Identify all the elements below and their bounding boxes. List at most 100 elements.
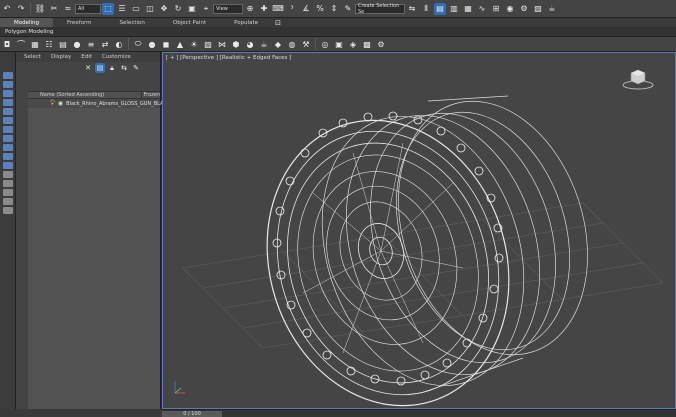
column-name-header[interactable]: Name (Sorted Ascending) [28, 92, 142, 98]
rotate-icon[interactable]: ↻ [172, 3, 184, 15]
render-production-icon[interactable]: ☕ [546, 3, 558, 15]
display-xrefs-icon[interactable] [3, 153, 13, 160]
teapot-icon[interactable]: ☕ [258, 38, 270, 50]
lock-selection-icon[interactable]: 🔒︎ [107, 63, 117, 73]
redo-icon[interactable]: ↷ [15, 3, 27, 15]
placement-icon[interactable]: ⌖ [200, 3, 212, 15]
world-icon[interactable]: ◎ [319, 38, 331, 50]
time-slider-thumb[interactable]: 0 / 100 [162, 411, 222, 417]
tab-object-paint[interactable]: Object Paint [159, 18, 220, 27]
select-manipulate-icon[interactable]: ✚ [258, 3, 270, 15]
time-slider[interactable]: 0 / 100 [162, 409, 676, 417]
tab-populate[interactable]: Populate [220, 18, 272, 27]
display-icon[interactable]: ▩ [361, 38, 373, 50]
pin-icon[interactable]: ✎ [131, 63, 141, 73]
cone-icon[interactable]: ▲ [174, 38, 186, 50]
display-helpers-icon[interactable] [3, 126, 13, 133]
display-spacewarps-icon[interactable] [3, 135, 13, 142]
light-bulb-icon[interactable]: 💡︎ [50, 99, 55, 108]
settings-icon[interactable]: ⚙ [375, 38, 387, 50]
palette-icon[interactable]: ◍ [286, 38, 298, 50]
display-cameras-icon[interactable] [3, 117, 13, 124]
scale-icon[interactable]: ▣ [186, 3, 198, 15]
link-icon[interactable]: ⛓ [34, 3, 46, 15]
display-containers-icon[interactable] [3, 171, 13, 178]
window-crossing-icon[interactable]: ◫ [144, 3, 156, 15]
brush-icon[interactable]: ◆ [272, 38, 284, 50]
globe-icon[interactable]: ◕ [244, 38, 256, 50]
scene-explorer-icon[interactable]: ▤ [434, 2, 446, 15]
display-hidden-icon[interactable] [3, 189, 13, 196]
spinner-snap-icon[interactable]: ⇕ [328, 3, 340, 15]
display-none-icon[interactable] [3, 72, 13, 79]
frame-icon[interactable]: ▣ [333, 38, 345, 50]
box-icon[interactable]: ◼ [160, 38, 172, 50]
named-selection-sets-dropdown[interactable]: Create Selection Se [355, 3, 405, 15]
unlink-icon[interactable]: ✂ [48, 3, 60, 15]
undo-icon[interactable]: ↶ [1, 3, 13, 15]
list-icon[interactable]: ☷ [43, 38, 55, 50]
render-setup-icon[interactable]: ⚙ [518, 3, 530, 15]
snaps-toggle-icon[interactable]: ³ [286, 3, 298, 15]
shape-icon[interactable]: ◐ [113, 38, 125, 50]
select-by-name-icon[interactable]: ☰ [116, 3, 128, 15]
tab-modeling[interactable]: Modeling [0, 18, 54, 27]
display-bones-icon[interactable] [3, 162, 13, 169]
ribbon-panel-label[interactable]: Polygon Modeling [0, 29, 53, 35]
menu-edit[interactable]: Edit [81, 54, 92, 60]
pill-icon[interactable]: ⬭ [132, 38, 144, 50]
display-groups-icon[interactable] [3, 144, 13, 151]
filter-icon[interactable] [3, 198, 13, 205]
display-frozen-icon[interactable] [3, 180, 13, 187]
sphere-icon[interactable]: ● [146, 38, 158, 50]
layer-icon[interactable] [3, 207, 13, 214]
align-icon[interactable]: ⫴ [420, 3, 432, 15]
list-item[interactable]: 💡︎ ◉ Black_Rhino_Abrams_GLOSS_GUN_BLACK [28, 99, 170, 108]
camera-icon[interactable]: ◘ [1, 38, 13, 50]
sun-icon[interactable]: ☀ [188, 38, 200, 50]
select-object-icon[interactable]: ⬚ [102, 2, 114, 15]
menu-select[interactable]: Select [24, 54, 41, 60]
table-icon[interactable]: ▤ [57, 38, 69, 50]
move-icon[interactable]: ✥ [158, 3, 170, 15]
reference-coordinate-dropdown[interactable]: View [213, 3, 243, 14]
schematic-view-icon[interactable]: ⊞ [490, 3, 502, 15]
sync-selection-icon[interactable]: ⇆ [119, 63, 129, 73]
perspective-viewport[interactable]: [ + ] [Perspective ] [Realistic + Edged … [162, 52, 676, 409]
percent-snap-icon[interactable]: % [314, 3, 326, 15]
selection-filter-dropdown[interactable]: All [75, 3, 101, 14]
material-editor-icon[interactable]: ◉ [504, 3, 516, 15]
hammer-icon[interactable]: ⚒ [300, 38, 312, 50]
lock-icon[interactable]: ≡ [85, 38, 97, 50]
menu-display[interactable]: Display [51, 54, 71, 60]
display-geometry-icon[interactable] [3, 90, 13, 97]
display-shapes-icon[interactable] [3, 99, 13, 106]
display-lights-icon[interactable] [3, 108, 13, 115]
column-frozen-header[interactable]: Frozen [142, 92, 160, 98]
rendered-frame-window-icon[interactable]: ▧ [532, 3, 544, 15]
tool-icon[interactable]: ⌒ [15, 38, 27, 50]
display-all-icon[interactable] [3, 81, 13, 88]
ribbon-toggle-icon[interactable]: ▦ [462, 3, 474, 15]
geometry-icon[interactable]: ⬢ [230, 38, 242, 50]
light-icon[interactable]: ● [71, 38, 83, 50]
layer-explorer-icon[interactable]: ▥ [448, 3, 460, 15]
filter-active-icon[interactable]: ▤ [95, 63, 105, 73]
grid-icon[interactable]: ▦ [29, 38, 41, 50]
clear-filter-icon[interactable]: ✕ [83, 63, 93, 73]
pivot-center-icon[interactable]: ⊕ [244, 3, 256, 15]
hatch-icon[interactable]: ▧ [202, 38, 214, 50]
tab-selection[interactable]: Selection [106, 18, 159, 27]
rectangular-selection-icon[interactable]: ▭ [130, 3, 142, 15]
render-icon[interactable]: ◈ [347, 38, 359, 50]
edit-named-selection-icon[interactable]: ✎ [342, 3, 354, 15]
ribbon-options-icon[interactable]: ⊡ [273, 18, 283, 28]
switch-icon[interactable]: ⇄ [99, 38, 111, 50]
viewcube-icon[interactable] [621, 67, 655, 91]
keyboard-shortcut-override-icon[interactable]: ⌨ [272, 3, 284, 15]
angle-snap-icon[interactable]: ∡ [300, 3, 312, 15]
curve-editor-icon[interactable]: ∿ [476, 3, 488, 15]
menu-customize[interactable]: Customize [102, 54, 131, 60]
mirror-icon[interactable]: ⇋ [406, 3, 418, 15]
bind-space-warp-icon[interactable]: ≈ [62, 3, 74, 15]
